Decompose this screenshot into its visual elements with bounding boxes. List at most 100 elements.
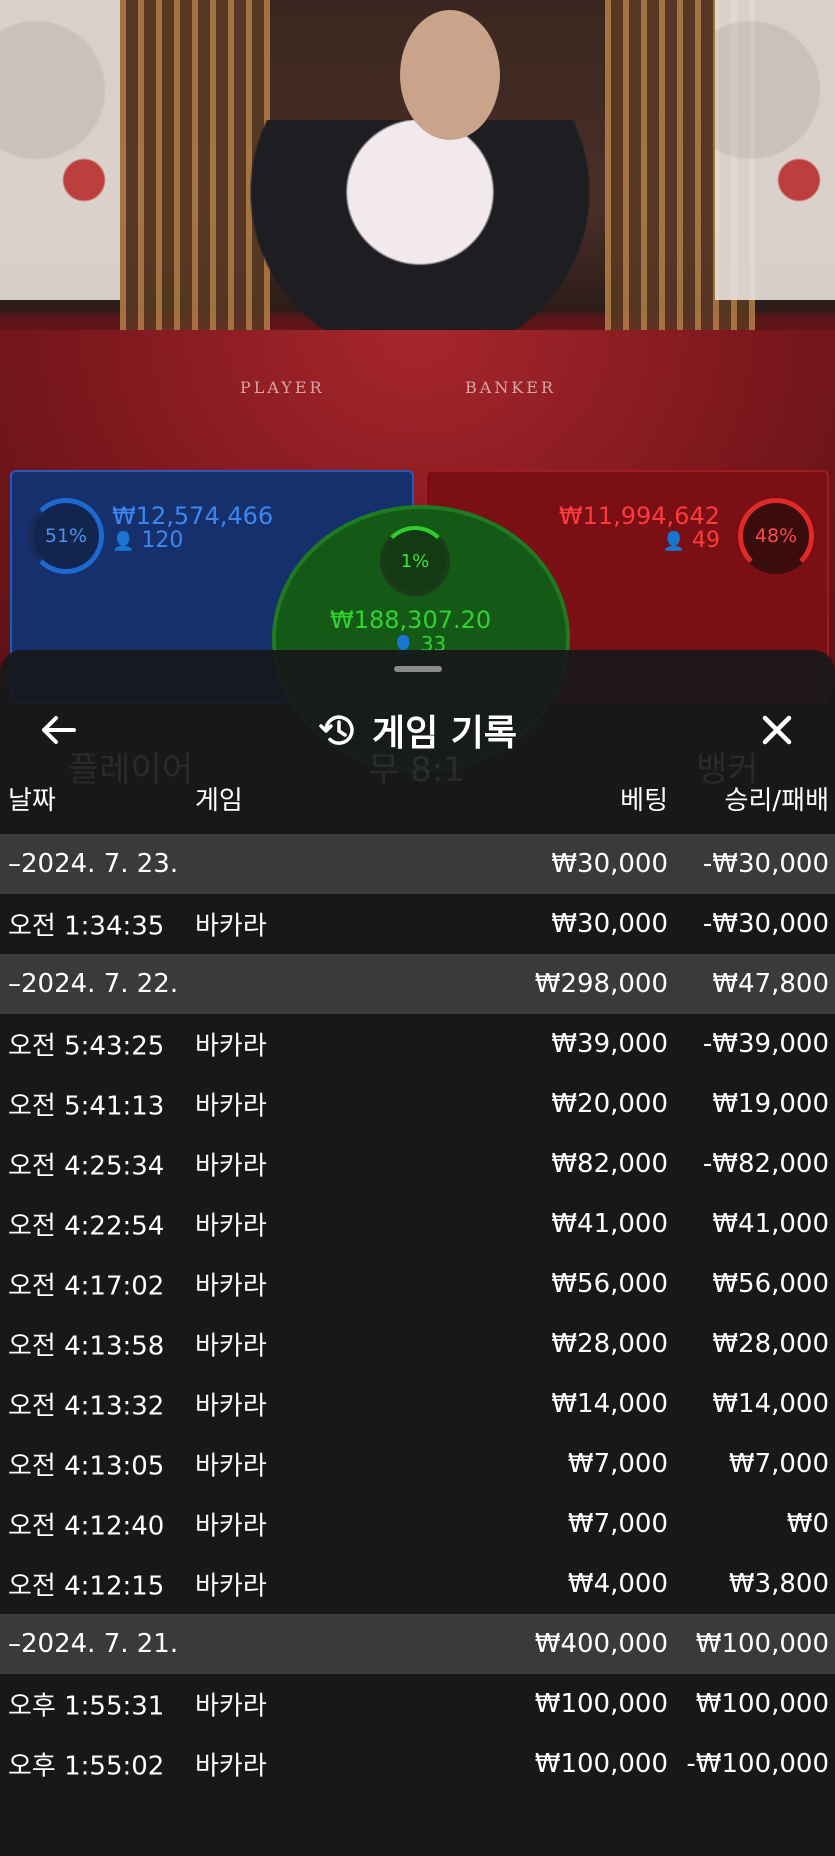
column-header-bet: 베팅 xyxy=(620,786,668,816)
player-bet-total: ₩12,574,466 xyxy=(112,502,274,530)
history-row[interactable]: 오전 5:43:25 바카라 ₩39,000 -₩39,000 xyxy=(0,1014,835,1074)
row-bet: ₩100,000 xyxy=(534,1749,668,1779)
row-bet: ₩82,000 xyxy=(551,1149,668,1179)
date-group-row[interactable]: –2024. 7. 23. ₩30,000 -₩30,000 xyxy=(0,834,835,894)
date-group-row[interactable]: –2024. 7. 22. ₩298,000 ₩47,800 xyxy=(0,954,835,1014)
row-date: 오전 4:13:05 xyxy=(8,1451,165,1482)
sheet-header: 게임 기록 xyxy=(0,690,835,770)
history-list: –2024. 7. 23. ₩30,000 -₩30,000 오전 1:34:35 바카… xyxy=(0,834,835,1794)
close-button[interactable] xyxy=(749,704,805,756)
date-group-row[interactable]: –2024. 7. 21. ₩400,000 ₩100,000 xyxy=(0,1614,835,1674)
row-date: 오전 5:43:25 xyxy=(8,1031,165,1062)
row-bet: ₩39,000 xyxy=(551,1029,668,1059)
history-row[interactable]: 오전 4:25:34 바카라 ₩82,000 -₩82,000 xyxy=(0,1134,835,1194)
row-game: 바카라 xyxy=(195,1511,267,1542)
row-date: 오전 4:22:54 xyxy=(8,1211,165,1242)
row-result: -₩82,000 xyxy=(702,1149,829,1179)
row-game: 바카라 xyxy=(195,1211,267,1242)
history-row[interactable]: 오후 1:55:02 바카라 ₩100,000 -₩100,000 xyxy=(0,1734,835,1794)
row-date: 오전 4:25:34 xyxy=(8,1151,165,1182)
person-icon: 👤 xyxy=(112,531,135,552)
row-date: –2024. 7. 22. xyxy=(8,969,179,999)
row-result: ₩41,000 xyxy=(712,1209,829,1239)
row-result: -₩30,000 xyxy=(702,909,829,939)
person-icon: 👤 xyxy=(662,531,685,552)
row-result: ₩100,000 xyxy=(695,1629,829,1659)
row-result: ₩47,800 xyxy=(712,969,829,999)
row-result: ₩7,000 xyxy=(728,1449,829,1479)
row-bet: ₩298,000 xyxy=(534,969,668,999)
column-header-result: 승리/패배 xyxy=(724,786,829,816)
row-bet: ₩14,000 xyxy=(551,1389,668,1419)
row-bet: ₩7,000 xyxy=(567,1449,668,1479)
title-group: 게임 기록 xyxy=(0,704,835,756)
history-row[interactable]: 오전 4:17:02 바카라 ₩56,000 ₩56,000 xyxy=(0,1254,835,1314)
background-decoration xyxy=(0,0,120,300)
history-row[interactable]: 오전 4:22:54 바카라 ₩41,000 ₩41,000 xyxy=(0,1194,835,1254)
game-history-sheet: 플레이어 무 8:1 뱅커 게임 기록 날짜 게임 베팅 승리/패배 –2024… xyxy=(0,650,835,1856)
row-date: 오전 4:12:15 xyxy=(8,1571,165,1602)
row-result: ₩14,000 xyxy=(712,1389,829,1419)
column-header-game: 게임 xyxy=(195,786,243,816)
row-date: 오후 1:55:31 xyxy=(8,1691,165,1722)
banker-percent: 48% xyxy=(754,525,798,547)
drag-handle[interactable] xyxy=(394,666,442,672)
row-result: ₩56,000 xyxy=(712,1269,829,1299)
banker-percent-ring: 48% xyxy=(738,498,814,574)
row-result: -₩39,000 xyxy=(702,1029,829,1059)
background-screen xyxy=(120,0,270,330)
row-bet: ₩7,000 xyxy=(567,1509,668,1539)
row-date: 오전 4:12:40 xyxy=(8,1511,165,1542)
row-bet: ₩41,000 xyxy=(551,1209,668,1239)
history-row[interactable]: 오전 4:13:05 바카라 ₩7,000 ₩7,000 xyxy=(0,1434,835,1494)
history-row[interactable]: 오전 4:13:58 바카라 ₩28,000 ₩28,000 xyxy=(0,1314,835,1374)
player-bettor-count: 👤 120 xyxy=(112,528,184,553)
felt-label-player: PLAYER xyxy=(240,378,325,397)
row-result: ₩100,000 xyxy=(695,1689,829,1719)
tie-percent: 1% xyxy=(400,550,430,572)
row-bet: ₩28,000 xyxy=(551,1329,668,1359)
row-result: ₩28,000 xyxy=(712,1329,829,1359)
row-game: 바카라 xyxy=(195,1151,267,1182)
row-date: 오전 5:41:13 xyxy=(8,1091,165,1122)
row-date: 오전 4:17:02 xyxy=(8,1271,165,1302)
row-result: -₩30,000 xyxy=(702,849,829,879)
row-result: ₩19,000 xyxy=(712,1089,829,1119)
row-bet: ₩56,000 xyxy=(551,1269,668,1299)
dealer xyxy=(250,120,590,360)
player-percent: 51% xyxy=(44,525,88,547)
history-row[interactable]: 오전 4:12:40 바카라 ₩7,000 ₩0 xyxy=(0,1494,835,1554)
row-game: 바카라 xyxy=(195,1391,267,1422)
column-header-date: 날짜 xyxy=(8,786,56,816)
row-game: 바카라 xyxy=(195,1571,267,1602)
history-icon xyxy=(319,715,354,745)
row-game: 바카라 xyxy=(195,1451,267,1482)
player-percent-ring: 51% xyxy=(28,498,104,574)
history-row[interactable]: 오전 5:41:13 바카라 ₩20,000 ₩19,000 xyxy=(0,1074,835,1134)
row-game: 바카라 xyxy=(195,1031,267,1062)
history-row[interactable]: 오전 1:34:35 바카라 ₩30,000 -₩30,000 xyxy=(0,894,835,954)
row-game: 바카라 xyxy=(195,1331,267,1362)
row-date: 오후 1:55:02 xyxy=(8,1751,165,1782)
banker-bet-total: ₩11,994,642 xyxy=(558,502,720,530)
row-bet: ₩30,000 xyxy=(551,909,668,939)
history-row[interactable]: 오전 4:13:32 바카라 ₩14,000 ₩14,000 xyxy=(0,1374,835,1434)
tie-percent-ring: 1% xyxy=(380,526,450,596)
row-game: 바카라 xyxy=(195,1271,267,1302)
row-game: 바카라 xyxy=(195,1691,267,1722)
row-date: –2024. 7. 23. xyxy=(8,849,179,879)
row-game: 바카라 xyxy=(195,911,267,942)
row-date: 오전 4:13:32 xyxy=(8,1391,165,1422)
row-game: 바카라 xyxy=(195,1091,267,1122)
tie-bet-total: ₩188,307.20 xyxy=(330,606,492,634)
page-title: 게임 기록 xyxy=(371,713,517,754)
banker-bettor-count: 👤 49 xyxy=(662,528,720,553)
close-icon xyxy=(762,715,792,745)
history-row[interactable]: 오전 4:12:15 바카라 ₩4,000 ₩3,800 xyxy=(0,1554,835,1614)
dealer-head xyxy=(400,10,500,140)
row-game: 바카라 xyxy=(195,1751,267,1782)
row-bet: ₩4,000 xyxy=(567,1569,668,1599)
row-date: –2024. 7. 21. xyxy=(8,1629,179,1659)
history-row[interactable]: 오후 1:55:31 바카라 ₩100,000 ₩100,000 xyxy=(0,1674,835,1734)
background-decoration xyxy=(715,0,835,300)
